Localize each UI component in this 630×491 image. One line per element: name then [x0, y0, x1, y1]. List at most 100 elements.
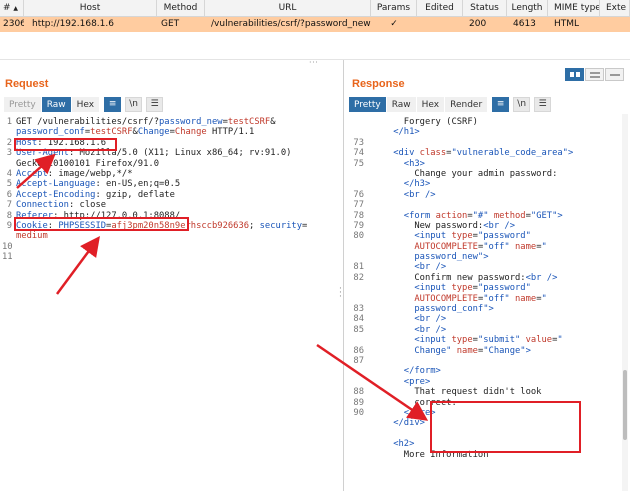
splitter-handle-icon[interactable]: · · · — [309, 59, 321, 67]
line-number: 73 — [353, 137, 364, 148]
code-line: <input type="submit" value=" — [414, 335, 563, 346]
request-tab-pretty[interactable]: Pretty — [4, 97, 41, 112]
layout-tabs-icon[interactable] — [605, 68, 624, 81]
line-number: 7 — [6, 200, 12, 211]
code-line: <br /> — [414, 314, 447, 325]
col-header-status[interactable]: Status — [463, 0, 507, 17]
col-header-url[interactable]: URL — [205, 0, 371, 17]
code-line: AUTOCOMPLETE="off" name=" — [414, 241, 547, 252]
row-number: 2306 — [3, 19, 24, 29]
layout-toggle-group — [564, 68, 624, 81]
response-scroll-thumb[interactable] — [623, 370, 627, 440]
line-number: 87 — [353, 355, 364, 366]
line-number — [2, 127, 12, 137]
line-number — [2, 159, 12, 169]
line-number: 4 — [6, 168, 12, 179]
code-line: Gecko/20100101 Firefox/91.0 — [16, 158, 159, 169]
response-title: Response — [352, 78, 405, 90]
line-number: 75 — [353, 158, 364, 169]
code-line: <h3> — [403, 158, 425, 169]
line-number — [346, 294, 364, 304]
code-line: Accept-Encoding: gzip, deflate — [16, 189, 175, 200]
line-number: 79 — [353, 220, 364, 231]
code-line: Forgery (CSRF) — [372, 117, 478, 127]
menu-icon[interactable]: ☰ — [146, 97, 164, 112]
code-line: password_conf"> — [414, 304, 494, 315]
code-line: <input type="password" — [414, 231, 531, 242]
wrap-lines-icon[interactable]: ≡ — [104, 97, 122, 112]
line-number — [346, 283, 364, 293]
response-wrap-lines-icon[interactable]: ≡ — [492, 97, 510, 112]
line-number — [346, 127, 364, 137]
request-tab-raw[interactable]: Raw — [41, 97, 71, 112]
annotation-box-error-message — [430, 401, 581, 453]
line-number: 10 — [2, 241, 13, 252]
code-line: GET /vulnerabilities/csrf/?password_new=… — [16, 117, 276, 127]
response-line-numbers: 73 74 75 76 77 78 79 80 81 82 83 84 85 86 87 88 89 90 — [346, 117, 364, 418]
row-url: /vulnerabilities/csrf/?password_new=test… — [211, 19, 371, 29]
line-number: 74 — [353, 148, 364, 159]
annotation-box-referer — [14, 217, 189, 231]
history-row-selected[interactable]: 2306 http://192.168.1.6 GET /vulnerabili… — [0, 17, 630, 32]
row-mime: HTML — [554, 19, 580, 29]
line-number — [2, 231, 12, 241]
code-line: <input type="password" — [414, 283, 531, 294]
row-length: 4613 — [513, 19, 536, 29]
code-line: AUTOCOMPLETE="off" name=" — [414, 293, 547, 304]
line-number: 6 — [6, 189, 12, 200]
line-number: 86 — [353, 345, 364, 356]
request-toolbar: Pretty Raw Hex ≡ \n ☰ — [4, 97, 164, 112]
col-header-params[interactable]: Params — [371, 0, 417, 17]
code-line: That request didn't look — [372, 387, 542, 398]
code-line: password_new"> — [414, 252, 489, 263]
response-tab-raw[interactable]: Raw — [386, 97, 416, 112]
line-number: 78 — [353, 210, 364, 221]
code-line: </h3> — [403, 179, 431, 190]
line-number — [346, 169, 364, 179]
divider-handle-icon[interactable]: · · · — [339, 285, 342, 302]
row-status: 200 — [469, 19, 487, 29]
col-header-host[interactable]: Host — [24, 0, 157, 17]
line-number: 82 — [353, 272, 364, 283]
row-edited — [417, 17, 463, 32]
response-show-newlines-button[interactable]: \n — [513, 97, 531, 112]
response-tab-render[interactable]: Render — [445, 97, 488, 112]
row-host: http://192.168.1.6 — [32, 19, 114, 29]
col-header-length[interactable]: Length — [507, 0, 548, 17]
code-line: <form action="#" method="GET"> — [403, 210, 563, 221]
line-number: 76 — [353, 189, 364, 200]
annotation-box-host — [14, 137, 117, 151]
line-number: 3 — [6, 148, 12, 159]
line-number — [346, 117, 364, 127]
col-header-edited[interactable]: Edited — [417, 0, 463, 17]
line-number: 90 — [353, 407, 364, 418]
response-tab-pretty[interactable]: Pretty — [349, 97, 386, 112]
line-number: 77 — [353, 200, 364, 211]
layout-split-vertical-icon[interactable] — [585, 68, 604, 81]
col-header-mime[interactable]: MIME type — [548, 0, 600, 17]
code-line: <br /> — [403, 189, 436, 200]
col-header-number[interactable]: # ▲ — [0, 0, 24, 17]
code-line: <br /> — [414, 262, 447, 273]
layout-split-horizontal-icon[interactable] — [565, 68, 584, 81]
request-tab-hex[interactable]: Hex — [71, 97, 100, 112]
col-header-method[interactable]: Method — [157, 0, 205, 17]
col-header-extension[interactable]: Exte — [600, 0, 630, 17]
response-menu-icon[interactable]: ☰ — [534, 97, 552, 112]
show-newlines-button[interactable]: \n — [125, 97, 143, 112]
code-line: <div class="vulnerable_code_area"> — [393, 148, 574, 159]
line-number — [346, 252, 364, 262]
code-line: </form> — [403, 366, 441, 377]
code-line: Confirm new password:<br /> — [372, 272, 558, 283]
pane-divider[interactable] — [343, 60, 344, 491]
response-tab-hex[interactable]: Hex — [416, 97, 445, 112]
code-line: Connection: close — [16, 200, 107, 211]
history-empty-area — [0, 32, 630, 60]
line-number — [346, 179, 364, 189]
line-number: 85 — [353, 324, 364, 335]
line-number — [346, 242, 364, 252]
line-number: 5 — [6, 179, 12, 190]
code-line: medium — [16, 231, 48, 242]
